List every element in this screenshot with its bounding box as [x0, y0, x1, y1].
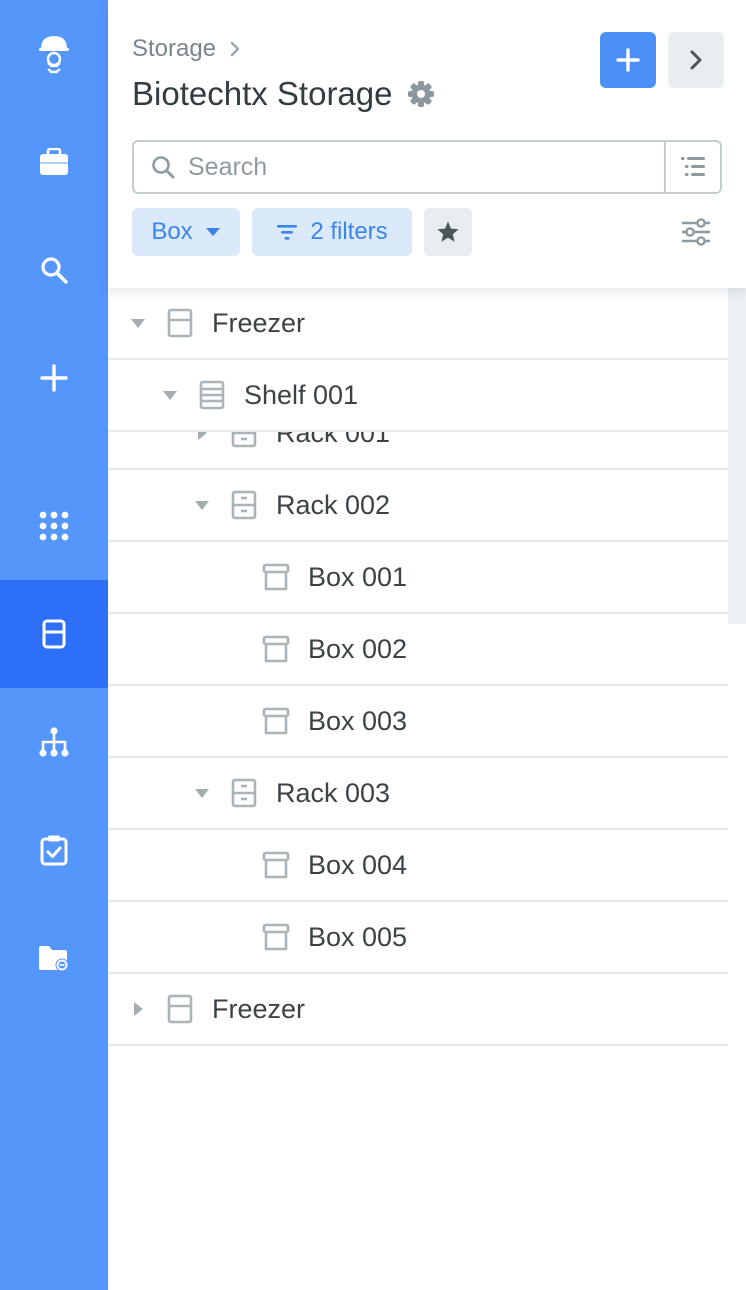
breadcrumb-storage[interactable]: Storage [132, 35, 216, 63]
caret-right-icon[interactable] [126, 997, 150, 1021]
breadcrumb: Storage [132, 34, 240, 64]
box-icon [260, 705, 292, 737]
hierarchy-icon [39, 727, 69, 757]
sliders-icon [682, 218, 710, 246]
plus-icon [40, 364, 68, 392]
plus-icon [616, 48, 640, 72]
tree-row-label: Box 005 [308, 921, 408, 952]
tree-row-freezer[interactable]: Freezer [108, 288, 728, 360]
caret-down-icon[interactable] [158, 383, 182, 407]
tree-row-label: Freezer [212, 307, 306, 338]
tree-row-rack[interactable]: Rack 003 [108, 758, 728, 830]
tree-row-label: Freezer [212, 993, 306, 1024]
freezer-icon [164, 307, 196, 339]
gear-icon[interactable] [407, 80, 435, 108]
box-icon [260, 921, 292, 953]
tree-row-label: Shelf 001 [244, 379, 359, 410]
tree-row-label: Box 003 [308, 705, 408, 736]
tree-row-shelf[interactable]: Shelf 001 [108, 360, 728, 432]
favorites-button[interactable] [424, 208, 472, 256]
rail-item-apps[interactable] [0, 472, 108, 580]
chevron-right-icon [230, 41, 240, 57]
list-tree-icon [681, 157, 705, 176]
tree-row-box[interactable]: Box 003 [108, 686, 728, 758]
storage-header: Storage Biotechtx Storage Search Box 2 f… [108, 0, 746, 288]
tree-row-box[interactable]: Box 001 [108, 542, 728, 614]
filter-icon [277, 225, 298, 240]
clipboard-check-icon [40, 835, 68, 866]
rail-item-files[interactable] [0, 904, 108, 1012]
rail-item-create[interactable] [0, 324, 108, 432]
box-icon [260, 561, 292, 593]
filters-label: 2 filters [310, 218, 388, 245]
tree-scrollbar[interactable] [728, 288, 746, 624]
rail-item-home[interactable] [0, 0, 108, 108]
chevron-right-icon [690, 50, 702, 70]
list-view-button[interactable] [664, 142, 720, 192]
page-title: Biotechtx Storage [132, 72, 435, 116]
freezer-icon [164, 993, 196, 1025]
type-filter-dropdown[interactable]: Box [132, 208, 240, 256]
rail-item-search[interactable] [0, 216, 108, 324]
folder-shared-icon [39, 946, 69, 972]
storage-icon [42, 619, 66, 649]
rack-icon [228, 489, 260, 521]
type-filter-label: Box [151, 218, 193, 245]
search-icon [134, 155, 188, 179]
tree-row-label: Box 001 [308, 561, 408, 592]
rail-item-storage[interactable] [0, 580, 108, 688]
briefcase-icon [40, 148, 68, 175]
rack-icon [228, 777, 260, 809]
tree-row-label: Rack 003 [276, 777, 391, 808]
tree-row-box[interactable]: Box 004 [108, 830, 728, 902]
tree-row-label: Box 004 [308, 849, 408, 880]
caret-down-icon [205, 228, 220, 236]
scientist-icon [39, 36, 69, 74]
tree-row-box[interactable]: Box 002 [108, 614, 728, 686]
rail-item-projects[interactable] [0, 108, 108, 216]
apps-grid-icon [39, 511, 69, 541]
search-input[interactable]: Search [188, 153, 664, 182]
add-button[interactable] [600, 32, 656, 88]
tree-row-rack[interactable]: Rack 002 [108, 470, 728, 542]
caret-down-icon[interactable] [126, 311, 150, 335]
page-title-text: Biotechtx Storage [132, 75, 393, 112]
tree-row-label: Box 002 [308, 633, 408, 664]
star-icon [437, 221, 459, 242]
main-panel: Storage Biotechtx Storage Search Box 2 f… [108, 0, 746, 1290]
shelf-icon [196, 379, 228, 411]
search-box: Search [132, 140, 722, 194]
tree-row-label: Rack 002 [276, 489, 391, 520]
box-icon [260, 633, 292, 665]
view-settings-button[interactable] [678, 214, 714, 250]
caret-down-icon[interactable] [190, 493, 214, 517]
filters-button[interactable]: 2 filters [252, 208, 412, 256]
tree-row-box[interactable]: Box 005 [108, 902, 728, 974]
rail-item-hierarchy[interactable] [0, 688, 108, 796]
caret-down-icon[interactable] [190, 781, 214, 805]
search-icon [41, 257, 68, 284]
rail-item-tasks[interactable] [0, 796, 108, 904]
storage-tree: Rack 001 Freezer Shelf 001 Rack 002 Box … [108, 288, 728, 1290]
nav-rail [0, 0, 108, 1290]
tree-row-freezer[interactable]: Freezer [108, 974, 728, 1046]
expand-panel-button[interactable] [668, 32, 724, 88]
box-icon [260, 849, 292, 881]
